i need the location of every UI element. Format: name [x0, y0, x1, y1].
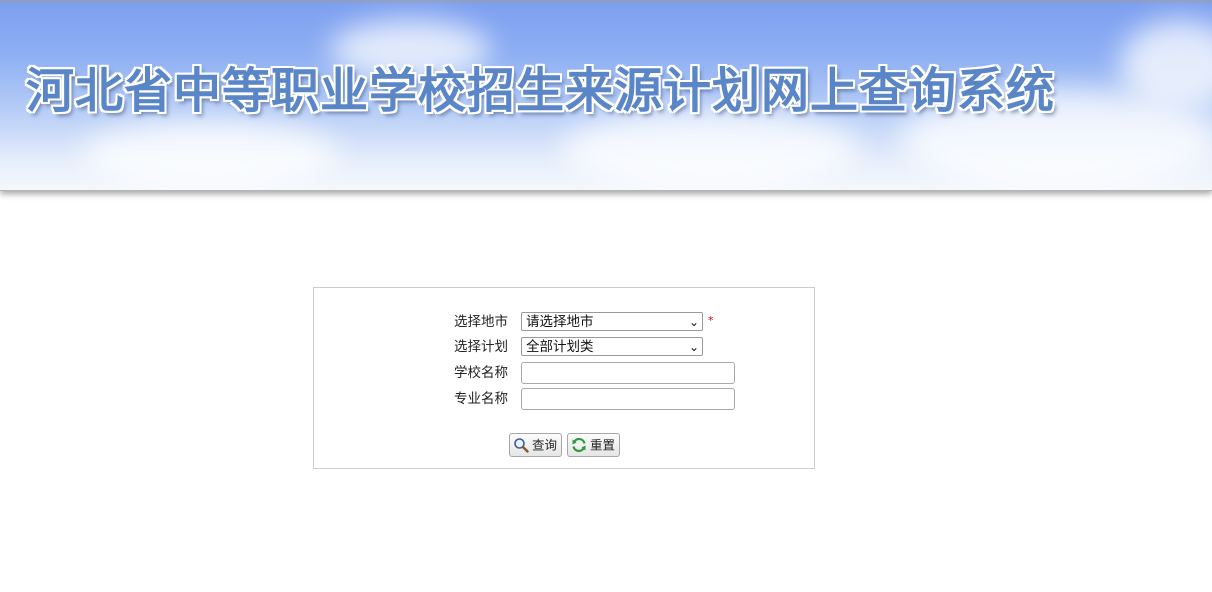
city-select[interactable]: 请选择地市 ⌄	[521, 312, 703, 331]
school-label: 学校名称	[454, 365, 508, 381]
plan-row: 选择计划 全部计划类 ⌄	[314, 336, 814, 358]
major-row: 专业名称	[314, 388, 814, 410]
city-row: 选择地市 请选择地市 ⌄ *	[314, 311, 814, 333]
page-title: 河北省中等职业学校招生来源计划网上查询系统	[26, 63, 1056, 119]
city-select-value: 请选择地市	[526, 314, 594, 330]
plan-select[interactable]: 全部计划类 ⌄	[521, 337, 703, 356]
required-marker: *	[708, 314, 714, 327]
plan-label: 选择计划	[454, 339, 508, 355]
plan-select-value: 全部计划类	[526, 339, 594, 355]
search-button[interactable]: 查询	[509, 433, 563, 457]
school-row: 学校名称	[314, 362, 814, 384]
city-label: 选择地市	[454, 314, 508, 330]
search-icon	[514, 437, 529, 453]
banner-top-border	[0, 0, 1212, 3]
banner-cloud	[80, 120, 340, 190]
major-label: 专业名称	[454, 391, 508, 407]
chevron-down-icon: ⌄	[688, 315, 699, 329]
chevron-down-icon: ⌄	[688, 340, 699, 354]
search-form-panel: 选择地市 请选择地市 ⌄ * 选择计划 全部计划类 ⌄ 学校名称 专业名称 查询	[313, 287, 815, 469]
school-name-input[interactable]	[521, 362, 735, 384]
search-button-label: 查询	[532, 437, 558, 453]
refresh-icon	[572, 437, 586, 452]
reset-button[interactable]: 重置	[567, 433, 621, 457]
header-banner: 河北省中等职业学校招生来源计划网上查询系统	[0, 0, 1212, 191]
major-name-input[interactable]	[521, 388, 735, 410]
reset-button-label: 重置	[590, 437, 616, 453]
